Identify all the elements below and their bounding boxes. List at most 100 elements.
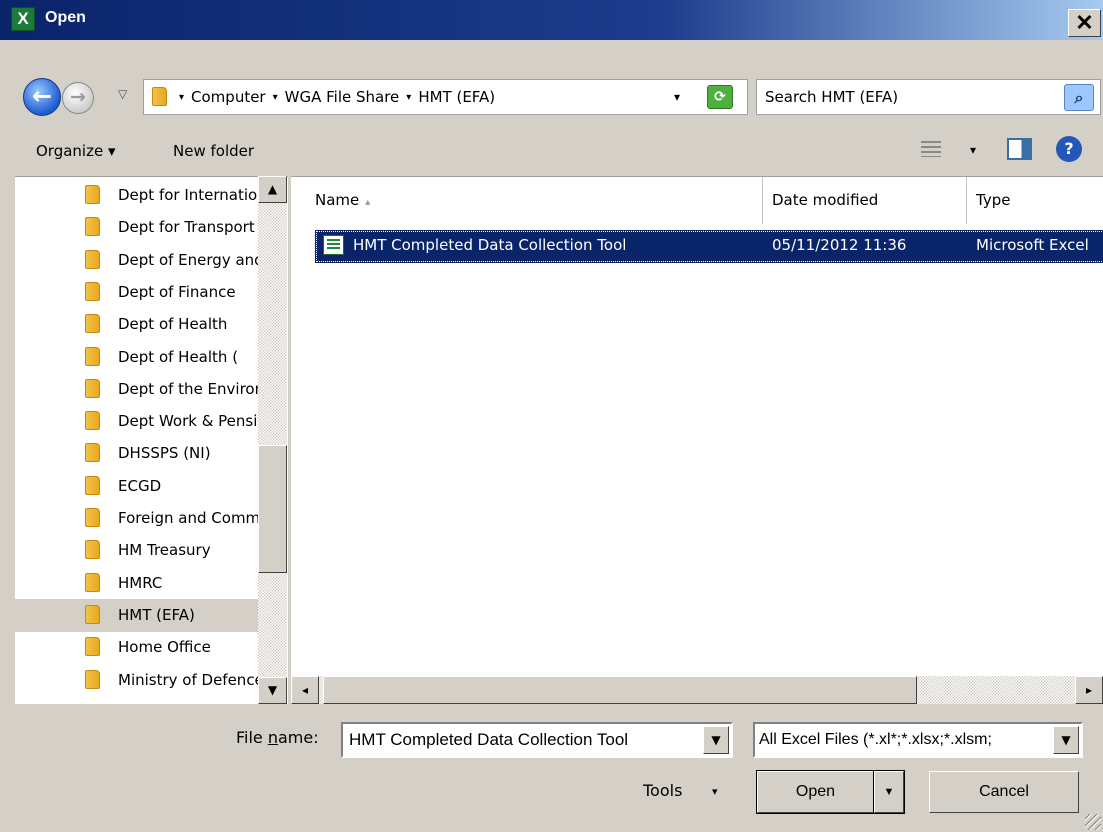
sidebar-item[interactable]: Dept of Energy and [15, 244, 258, 277]
folder-icon [85, 314, 100, 334]
sidebar-item[interactable]: Dept of Health [15, 308, 258, 341]
folder-icon [85, 346, 100, 366]
folder-icon [85, 540, 100, 560]
view-dropdown[interactable]: ▾ [970, 143, 976, 157]
open-file-dialog: X Open ✕ ← → ▽ ▾ Computer ▾ WGA File Sha… [0, 0, 1103, 832]
excel-file-icon [323, 235, 344, 255]
breadcrumb-separator[interactable]: ▾ [406, 88, 411, 107]
tools-dropdown[interactable]: ▾ [712, 785, 718, 798]
breadcrumb: ▾ Computer ▾ WGA File Share ▾ HMT (EFA) [179, 88, 495, 107]
file-name-value: HMT Completed Data Collection Tool [349, 730, 629, 749]
sidebar-item-label: HMRC [118, 573, 163, 592]
file-list-scrollbar[interactable]: ◂ ▸ [291, 676, 1103, 704]
scroll-left-button[interactable]: ◂ [291, 676, 319, 704]
file-name-label: File name: [236, 728, 319, 747]
help-icon[interactable]: ? [1056, 136, 1082, 162]
new-folder-button[interactable]: New folder [173, 142, 254, 160]
breadcrumb-separator[interactable]: ▾ [179, 88, 184, 107]
file-type-select[interactable]: All Excel Files (*.xl*;*.xlsx;*.xlsm; ▼ [753, 722, 1083, 758]
folder-icon [152, 87, 167, 106]
file-name-field[interactable]: HMT Completed Data Collection Tool ▼ [341, 722, 733, 758]
view-list-icon[interactable] [921, 141, 941, 157]
sidebar-item[interactable]: HMRC [15, 567, 258, 600]
sidebar-item-label: HM Treasury [118, 541, 211, 560]
refresh-icon[interactable]: ⟳ [707, 85, 733, 109]
sidebar-item[interactable]: Ministry of Defence [15, 664, 258, 697]
sidebar-item[interactable]: HM Treasury [15, 534, 258, 567]
file-row[interactable]: HMT Completed Data Collection Tool 05/11… [315, 230, 1103, 263]
column-header-name[interactable]: Name ▴ [306, 177, 763, 224]
folder-icon [85, 217, 100, 237]
file-list: Name ▴ Date modified Type HMT Completed D… [291, 176, 1103, 704]
sidebar-item-label: Ministry of Defence [118, 670, 258, 689]
open-button[interactable]: Open [756, 770, 875, 814]
scroll-thumb[interactable] [258, 445, 287, 573]
sidebar-item[interactable]: Dept of the Environ [15, 373, 258, 406]
sidebar-item[interactable]: Dept of Finance [15, 276, 258, 309]
folder-icon [85, 475, 100, 495]
resize-grip[interactable] [1085, 814, 1101, 830]
sidebar-item[interactable]: DHSSPS (NI) [15, 437, 258, 470]
search-icon[interactable]: ⌕ [1064, 84, 1094, 111]
file-name: HMT Completed Data Collection Tool [353, 236, 627, 254]
search-input[interactable]: Search HMT (EFA) ⌕ [756, 79, 1101, 115]
column-header-date[interactable]: Date modified [763, 177, 967, 224]
column-header-type[interactable]: Type [967, 177, 1103, 224]
sidebar-item[interactable]: Dept for Transport [15, 211, 258, 244]
file-name-label-start: File [236, 728, 268, 747]
scroll-up-button[interactable]: ▲ [258, 176, 287, 203]
organize-button[interactable]: Organize ▾ [36, 142, 116, 160]
sidebar-item[interactable]: Dept Work & Pensions [15, 405, 258, 438]
scroll-down-button[interactable]: ▼ [258, 677, 287, 704]
scroll-right-button[interactable]: ▸ [1075, 676, 1103, 704]
sidebar-item-label: HMT (EFA) [118, 605, 195, 624]
folder-icon [85, 281, 100, 301]
sidebar-item[interactable]: HMT (EFA) [15, 598, 258, 632]
sidebar-item-label: Dept of Health [118, 315, 228, 334]
column-name-label: Name [315, 191, 360, 209]
back-arrow-icon[interactable]: ← [23, 78, 61, 116]
tree-scrollbar[interactable]: ▲ ▼ [258, 176, 287, 704]
breadcrumb-separator[interactable]: ▾ [273, 88, 278, 107]
folder-icon [85, 185, 100, 204]
file-name-dropdown[interactable]: ▼ [703, 726, 729, 754]
tools-button[interactable]: Tools [643, 781, 682, 800]
folder-icon [85, 572, 100, 592]
file-type-dropdown[interactable]: ▼ [1053, 726, 1079, 754]
preview-pane-icon[interactable] [1007, 138, 1032, 160]
sidebar-item-label: Foreign and Commonwealth [118, 509, 258, 527]
file-name-label-accelerator: n [267, 728, 278, 747]
sidebar-item-label: Dept of the Environ [118, 379, 258, 398]
sidebar-item-label: Dept of Finance [118, 282, 236, 301]
sidebar-item[interactable]: Foreign and Commonwealth [15, 502, 258, 535]
sidebar-item[interactable]: Home Office [15, 631, 258, 664]
sidebar-item-label: Dept for Transport [118, 218, 255, 237]
breadcrumb-computer[interactable]: Computer [191, 88, 266, 107]
close-button[interactable]: ✕ [1068, 9, 1101, 37]
breadcrumb-wga-file-share[interactable]: WGA File Share [285, 88, 400, 107]
folder-icon [85, 604, 100, 624]
cancel-button[interactable]: Cancel [929, 771, 1079, 813]
sidebar-item[interactable]: Dept of Health ( [15, 341, 258, 374]
excel-icon: X [11, 7, 35, 31]
breadcrumb-hmt-efa[interactable]: HMT (EFA) [418, 88, 495, 107]
column-type-label: Type [976, 191, 1011, 209]
search-placeholder: Search HMT (EFA) [765, 88, 899, 106]
folder-icon [85, 378, 100, 398]
folder-icon [85, 411, 100, 431]
folder-icon [85, 508, 100, 527]
column-date-label: Date modified [772, 191, 879, 209]
address-dropdown[interactable]: ▾ [674, 90, 680, 104]
sidebar-item-label: ECGD [118, 476, 162, 495]
sidebar-item-label: Home Office [118, 638, 211, 657]
sidebar-item[interactable]: ECGD [15, 470, 258, 503]
open-options-dropdown[interactable]: ▼ [873, 770, 905, 814]
recent-locations-dropdown[interactable]: ▽ [118, 87, 127, 101]
title-bar[interactable]: X Open ✕ [0, 0, 1103, 40]
address-bar[interactable]: ▾ Computer ▾ WGA File Share ▾ HMT (EFA) … [143, 79, 748, 115]
forward-arrow-icon[interactable]: → [62, 82, 94, 114]
file-date-modified: 05/11/2012 11:36 [772, 236, 907, 254]
sidebar-item-label: Dept Work & Pensions [118, 412, 258, 431]
horizontal-scroll-thumb[interactable] [323, 676, 917, 704]
sidebar-item[interactable]: Dept for Internationa [15, 179, 258, 212]
